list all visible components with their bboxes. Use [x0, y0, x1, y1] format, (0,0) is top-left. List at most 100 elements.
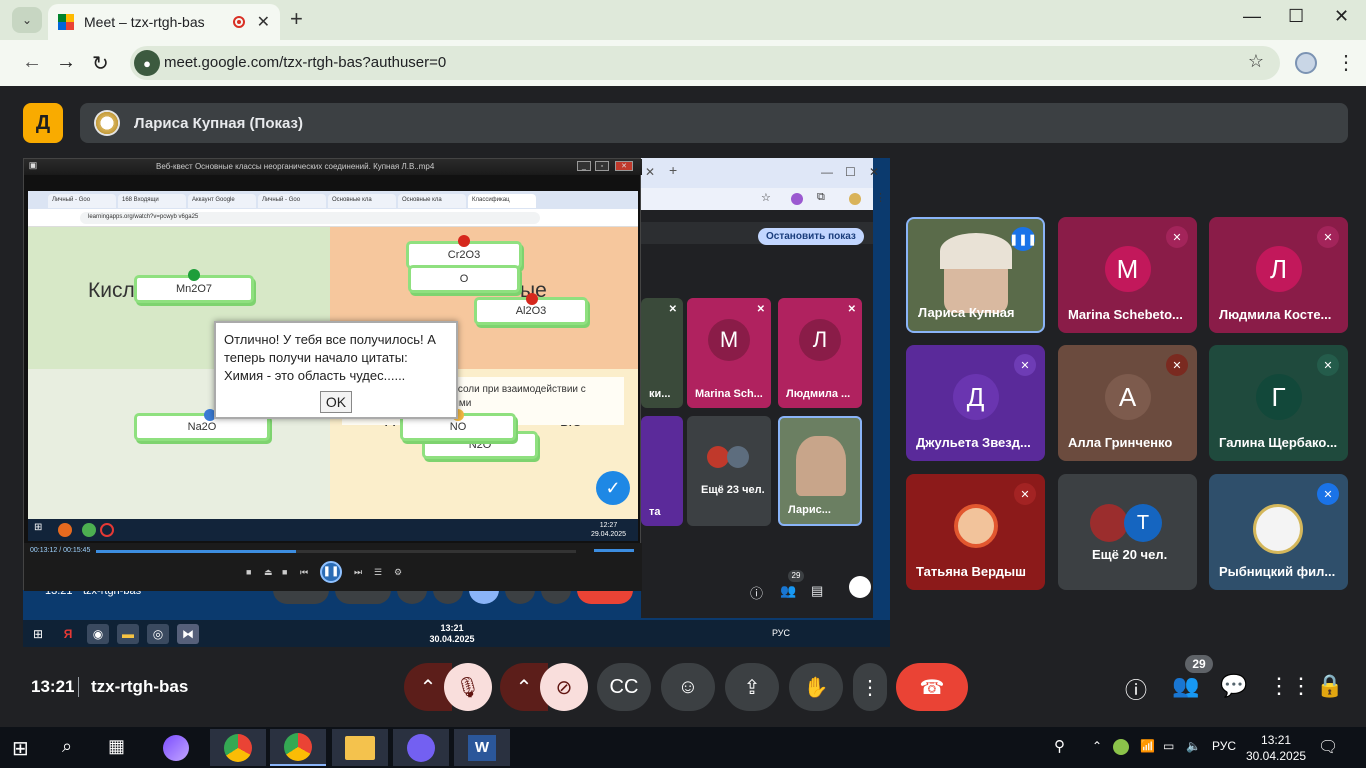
participant-avatar [1090, 504, 1128, 542]
participant-tile[interactable]: Г ✕ Галина Щербако... [1209, 345, 1348, 461]
tab-close-icon[interactable]: ✕ [257, 12, 270, 32]
tray-overflow-icon[interactable]: ⌃ [1092, 739, 1102, 753]
volume-icon[interactable]: 🔈 [1186, 739, 1201, 753]
notifications-icon[interactable]: 🗨 [1318, 737, 1338, 757]
minimize-button[interactable]: — [1243, 6, 1261, 27]
battery-icon[interactable]: ▭ [1163, 739, 1174, 753]
activities-icon[interactable]: ⋮⋮ [1268, 673, 1312, 699]
mini-tile-name: ки... [649, 388, 671, 400]
mic-off-button[interactable]: 🎙 [444, 663, 492, 711]
meet-account-logo[interactable]: Д [23, 103, 63, 143]
chrome-icon [284, 732, 312, 761]
inner-taskbar-clock: 13:21 30.04.2025 [54, 623, 850, 645]
participant-tile[interactable]: А ✕ Алла Гринченко [1058, 345, 1197, 461]
task-view-icon[interactable]: ▦ [108, 736, 125, 757]
participant-name: Людмила Косте... [1219, 307, 1332, 322]
video-url: learningapps.org/watch?v=pcwyb v6ga25 [80, 212, 540, 224]
taskbar-chrome[interactable] [210, 729, 266, 766]
emoji-reaction-button[interactable]: ☺ [661, 663, 715, 711]
leave-call-button[interactable]: ☎ [896, 663, 968, 711]
google-meet-icon [58, 14, 74, 30]
windows-start-icon[interactable]: ⊞ [12, 736, 29, 761]
new-tab-button[interactable]: + [290, 6, 303, 32]
captions-button[interactable]: CC [597, 663, 651, 711]
taskbar-chrome-active[interactable] [270, 729, 326, 766]
player-title: Веб-квест Основные классы неорганических… [24, 159, 642, 175]
video-frame: Личный - Goo 168 Входящи Аккаунт Google … [28, 191, 638, 519]
meeting-code: tzx-rtgh-bas [91, 677, 189, 696]
taskbar-viber[interactable] [393, 729, 449, 766]
inner-extension-icon [791, 193, 803, 205]
participant-tile[interactable]: M ✕ Marina Schebeto... [1058, 217, 1197, 333]
player-square-icon: ■ [282, 567, 288, 577]
player-time: 00:13:12 / 00:15:45 [30, 547, 91, 554]
inner-participant-badge: 29 [788, 570, 804, 582]
inner-new-tab-icon: + [669, 162, 678, 178]
video-start-icon: ⊞ [34, 522, 43, 533]
alice-assistant-icon[interactable] [163, 735, 189, 761]
tab-search-button[interactable]: ⌄ [12, 7, 42, 33]
meeting-details-icon[interactable]: ⓘ [1125, 673, 1147, 705]
taskbar-file-explorer[interactable] [332, 729, 388, 766]
video-tab: Аккаунт Google [188, 194, 256, 208]
mic-off-icon: ✕ [1166, 226, 1188, 248]
meet-control-bar: 13:21 tzx-rtgh-bas ⌃ 🎙 ⌃ ⊘ CC ☺ ⇪ ✋ ⋮ ☎ … [0, 655, 1366, 727]
viber-icon [407, 733, 435, 762]
forward-arrow-icon[interactable]: → [56, 51, 76, 74]
participant-tile[interactable]: ✕ Татьяна Вердыш [906, 474, 1045, 590]
participant-avatar: А [1104, 374, 1151, 421]
inner-clock-time: 13:21 [440, 623, 464, 633]
people-tray-icon[interactable]: ⚲ [1054, 737, 1065, 755]
player-close-icon: ✕ [615, 161, 633, 171]
participant-tile[interactable]: ✕ Рыбницкий фил... [1209, 474, 1348, 590]
participant-image [954, 504, 998, 548]
emblem-image [1253, 504, 1303, 554]
mini-tile: Ларис... [778, 416, 862, 526]
video-tab: Классификац [468, 194, 536, 208]
participant-tile[interactable]: Д ✕ Джульета Звезд... [906, 345, 1045, 461]
host-controls-icon[interactable]: 🔒 [1316, 673, 1343, 699]
more-participants-tile[interactable]: T Ещё 20 чел. [1058, 474, 1197, 590]
network-icon[interactable]: 📶 [1140, 739, 1155, 753]
inner-close-icon: ✕ [869, 165, 880, 179]
video-tab: Личный - Goo [48, 194, 116, 208]
people-icon[interactable]: 👥 [1172, 673, 1199, 699]
reload-icon[interactable]: ↻ [92, 51, 109, 76]
bookmark-star-icon[interactable]: ☆ [1248, 51, 1264, 72]
tray-app-icon[interactable] [1113, 739, 1129, 755]
video-clock-time: 12:27 [599, 522, 618, 529]
meeting-time: 13:21 [31, 677, 75, 696]
profile-avatar[interactable] [1295, 52, 1317, 74]
mini-tile-name: Ларис... [788, 504, 831, 516]
more-options-button[interactable]: ⋮ [853, 663, 887, 711]
shared-screen: ✕ + — ☐ ✕ ☆ ⧉ ⋮ Остановить показ ки... ✕ [23, 158, 890, 647]
present-screen-button[interactable]: ⇪ [725, 663, 779, 711]
back-arrow-icon[interactable]: ← [22, 51, 42, 74]
mini-tile: Л Людмила ... ✕ [778, 298, 862, 408]
close-window-button[interactable]: ✕ [1334, 6, 1349, 27]
browser-menu-icon[interactable]: ⋮ [1336, 50, 1356, 75]
taskbar-date: 30.04.2025 [1246, 749, 1307, 763]
camera-off-button[interactable]: ⊘ [540, 663, 588, 711]
address-bar[interactable]: ● meet.google.com/tzx-rtgh-bas?authuser=… [130, 46, 1280, 80]
player-next-icon: ⏭ [354, 567, 363, 577]
inner-menu-icon: ⋮ [875, 192, 886, 204]
participant-tile[interactable]: Л ✕ Людмила Косте... [1209, 217, 1348, 333]
player-eject-icon: ⏏ [264, 567, 273, 577]
media-player-window: Веб-квест Основные классы неорганических… [23, 158, 642, 591]
search-icon[interactable]: ⌕ [62, 736, 72, 757]
chat-icon[interactable]: 💬 [1220, 673, 1247, 699]
video-tab: Основные кла [398, 194, 466, 208]
taskbar-time: 13:21 [1261, 733, 1292, 747]
browser-toolbar: ← → ↻ ● meet.google.com/tzx-rtgh-bas?aut… [0, 40, 1366, 86]
microphone-icon[interactable]: ● [134, 50, 160, 76]
maximize-button[interactable]: ☐ [1288, 6, 1304, 27]
inner-info-icon: ⓘ [750, 586, 764, 601]
tab-meet[interactable]: Meet – tzx-rtgh-bas ✕ [48, 4, 280, 40]
keyboard-language[interactable]: РУС [1212, 739, 1236, 753]
participant-tile[interactable]: ❚❚❚ Лариса Купная [906, 217, 1045, 333]
taskbar-clock[interactable]: 13:21 30.04.2025 [1246, 732, 1306, 764]
word-icon: W [468, 734, 496, 761]
taskbar-word[interactable]: W [454, 729, 510, 766]
raise-hand-button[interactable]: ✋ [789, 663, 843, 711]
